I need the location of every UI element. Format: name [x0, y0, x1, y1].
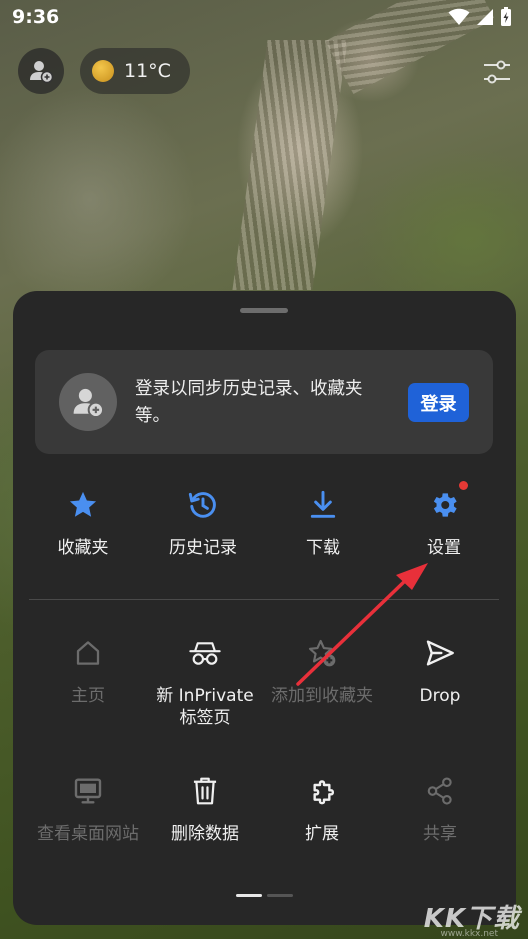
new-inprivate-tab-label: 新 InPrivate 标签页	[156, 686, 254, 728]
drag-handle[interactable]	[240, 308, 288, 313]
weather-temperature: 11°C	[124, 60, 171, 82]
home-button[interactable]: 主页	[29, 635, 147, 707]
page-indicator	[236, 894, 293, 897]
weather-widget[interactable]: 11°C	[80, 48, 190, 94]
drop-button[interactable]: Drop	[381, 635, 499, 707]
view-desktop-site-label: 查看桌面网站	[37, 824, 139, 844]
send-icon	[426, 640, 454, 666]
home-label: 主页	[71, 686, 105, 706]
trash-icon	[193, 777, 217, 805]
page-settings-icon[interactable]	[480, 55, 514, 89]
puzzle-icon	[313, 780, 335, 805]
signin-button[interactable]: 登录	[408, 383, 469, 422]
share-button[interactable]: 共享	[381, 773, 499, 845]
favorites-label: 收藏夹	[57, 538, 109, 558]
extensions-label: 扩展	[305, 824, 339, 844]
clear-data-label: 删除数据	[171, 824, 239, 844]
add-account-icon	[30, 61, 54, 84]
star-icon	[69, 491, 97, 517]
share-icon	[427, 777, 452, 805]
extensions-button[interactable]: 扩展	[263, 773, 381, 845]
favorites-button[interactable]: 收藏夹	[24, 487, 142, 559]
download-icon	[310, 490, 336, 518]
history-label: 历史记录	[169, 538, 237, 558]
status-icons	[448, 7, 512, 27]
downloads-button[interactable]: 下载	[264, 487, 382, 559]
weather-sun-icon	[92, 60, 114, 82]
inprivate-icon	[189, 642, 221, 665]
add-favorite-icon	[308, 639, 336, 667]
downloads-label: 下载	[306, 538, 340, 558]
history-icon	[188, 492, 216, 518]
drop-label: Drop	[419, 686, 461, 706]
desktop-icon	[74, 778, 102, 804]
status-time: 9:36	[12, 6, 60, 28]
menu-divider	[29, 599, 499, 600]
gear-icon	[433, 493, 457, 517]
share-label: 共享	[423, 824, 457, 844]
clear-data-button[interactable]: 删除数据	[146, 773, 264, 845]
wallpaper-fortress-stairs	[232, 40, 348, 290]
history-button[interactable]: 历史记录	[144, 487, 262, 559]
new-inprivate-tab-button[interactable]: 新 InPrivate 标签页	[146, 635, 264, 729]
settings-notification-badge	[459, 481, 468, 490]
watermark-url: www.kkx.net	[440, 929, 499, 939]
signin-avatar	[59, 373, 117, 431]
status-bar: 9:36	[0, 0, 528, 34]
battery-charging-icon	[501, 7, 511, 26]
page-indicator-active	[236, 894, 262, 897]
settings-button[interactable]: 设置	[385, 487, 503, 559]
browser-menu-sheet: 登录以同步历史记录、收藏夹等。 登录 收藏夹 历史记录 下载 设置 主页 新 I…	[13, 291, 516, 925]
home-icon	[76, 641, 100, 665]
add-to-favorites-label: 添加到收藏夹	[271, 686, 373, 706]
signin-message: 登录以同步历史记录、收藏夹等。	[135, 379, 363, 426]
cellular-signal-icon	[477, 9, 493, 25]
settings-label: 设置	[427, 538, 461, 558]
wifi-icon	[448, 8, 470, 25]
profile-button[interactable]	[18, 48, 64, 94]
view-desktop-site-button[interactable]: 查看桌面网站	[29, 773, 147, 845]
add-to-favorites-button[interactable]: 添加到收藏夹	[263, 635, 381, 707]
add-account-icon	[73, 388, 105, 419]
signin-card: 登录以同步历史记录、收藏夹等。 登录	[35, 350, 493, 454]
page-indicator-inactive	[267, 894, 293, 897]
